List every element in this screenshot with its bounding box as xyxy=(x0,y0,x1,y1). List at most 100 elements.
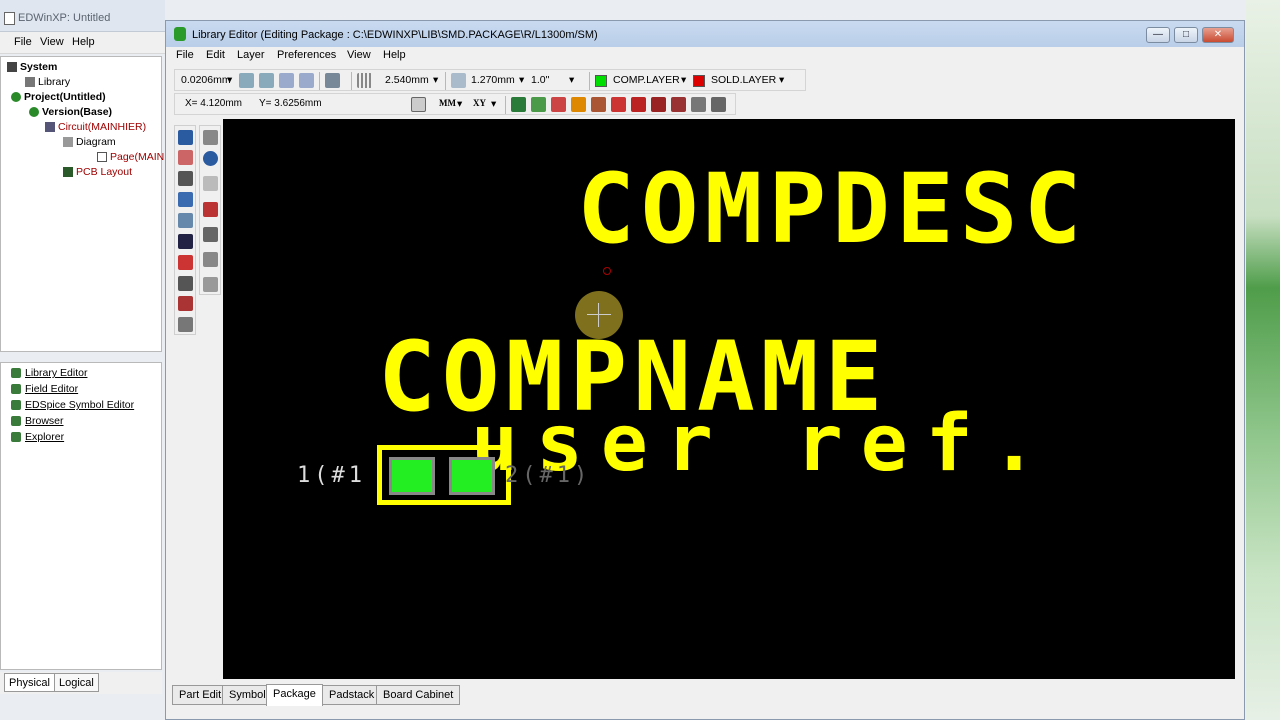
close-button[interactable]: ✕ xyxy=(1202,27,1234,43)
grid-icon[interactable] xyxy=(357,73,372,88)
tab-physical[interactable]: Physical xyxy=(4,673,55,692)
place-icon[interactable] xyxy=(178,150,193,165)
tab-board-cabinet[interactable]: Board Cabinet xyxy=(376,685,461,705)
editor-icon xyxy=(174,27,186,41)
pad-icon[interactable] xyxy=(531,97,546,112)
tool-explorer[interactable]: Explorer xyxy=(11,431,64,443)
delete-icon[interactable] xyxy=(178,234,193,249)
menu-layer[interactable]: Layer xyxy=(237,49,265,61)
tree-item-system[interactable]: System xyxy=(7,60,57,74)
pins-icon[interactable] xyxy=(178,255,193,270)
app-menu-bar: File View Help xyxy=(0,32,165,54)
comp-layer-select[interactable]: COMP.LAYER xyxy=(613,74,680,86)
mirror-icon[interactable] xyxy=(203,252,218,267)
resize-icon[interactable] xyxy=(178,213,193,228)
width-dropdown-icon[interactable]: ▾ xyxy=(569,74,574,86)
units-select[interactable]: MM xyxy=(439,98,456,108)
grid-dropdown-icon[interactable]: ▾ xyxy=(433,74,438,86)
page-icon xyxy=(97,152,107,163)
pad-1[interactable] xyxy=(389,457,435,495)
menu-view[interactable]: View xyxy=(40,36,64,48)
tree-item-library[interactable]: Library xyxy=(25,75,70,89)
move-icon[interactable] xyxy=(178,192,193,207)
pad-place-icon[interactable] xyxy=(203,202,218,217)
zoom-out-icon[interactable] xyxy=(259,73,274,88)
tree-item-page[interactable]: Page(MAIN xyxy=(97,150,164,164)
maximize-button[interactable]: □ xyxy=(1174,27,1198,43)
system-icon xyxy=(7,62,17,73)
tab-package[interactable]: Package xyxy=(266,684,323,706)
tree-item-pcb-layout[interactable]: PCB Layout xyxy=(63,165,132,179)
comp-layer-swatch xyxy=(595,75,607,87)
copy-icon[interactable] xyxy=(178,171,193,186)
tool-library-editor[interactable]: Library Editor xyxy=(11,367,87,379)
tool-field-editor[interactable]: Field Editor xyxy=(11,383,78,395)
tab-part-edit[interactable]: Part Edit xyxy=(172,685,229,705)
editor-tab-bar: Part Edit Symbol Package Padstack Board … xyxy=(172,684,572,707)
menu-view[interactable]: View xyxy=(347,49,371,61)
tree-item-project[interactable]: Project(Untitled) xyxy=(11,90,106,104)
editor-title: Library Editor (Editing Package : C:\EDW… xyxy=(192,29,598,41)
menu-file[interactable]: File xyxy=(176,49,194,61)
zoom-fit-icon[interactable] xyxy=(299,73,314,88)
coord-mode-dropdown-icon[interactable]: ▾ xyxy=(491,98,496,110)
array-icon[interactable] xyxy=(651,97,666,112)
separator xyxy=(319,72,320,90)
tab-logical[interactable]: Logical xyxy=(54,673,99,692)
flip-icon[interactable] xyxy=(203,277,218,292)
menu-edit[interactable]: Edit xyxy=(206,49,225,61)
hole-icon[interactable] xyxy=(571,97,586,112)
width-select[interactable]: 1.0" xyxy=(531,74,549,86)
menu-help[interactable]: Help xyxy=(72,36,95,48)
menu-preferences[interactable]: Preferences xyxy=(277,49,336,61)
select-icon[interactable] xyxy=(178,130,193,145)
tree-item-diagram[interactable]: Diagram xyxy=(63,135,116,149)
snap-dropdown-icon[interactable]: ▾ xyxy=(519,74,524,86)
zoom-step-dropdown-icon[interactable]: ▾ xyxy=(227,74,232,86)
rotate-icon[interactable] xyxy=(203,151,218,166)
comp-layer-dropdown-icon[interactable]: ▾ xyxy=(681,74,686,86)
tree-item-circuit[interactable]: Circuit(MAINHIER) xyxy=(45,120,146,134)
tool-browser[interactable]: Browser xyxy=(11,415,64,427)
drawing-canvas[interactable]: COMPDESC COMPNAME user ref. 1(#1 2(#1) xyxy=(223,119,1235,679)
menu-help[interactable]: Help xyxy=(383,49,406,61)
drc-icon[interactable] xyxy=(551,97,566,112)
zoom-in-icon[interactable] xyxy=(239,73,254,88)
origin-icon[interactable] xyxy=(691,97,706,112)
property-icon[interactable] xyxy=(591,97,606,112)
minimize-button[interactable]: — xyxy=(1146,27,1170,43)
units-dropdown-icon[interactable]: ▾ xyxy=(457,98,462,110)
check-icon[interactable] xyxy=(671,97,686,112)
sold-layer-select[interactable]: SOLD.LAYER xyxy=(711,74,776,86)
library-editor-icon xyxy=(11,368,21,379)
sold-layer-dropdown-icon[interactable]: ▾ xyxy=(779,74,784,86)
undo-icon[interactable] xyxy=(203,130,218,145)
number-pins-icon[interactable] xyxy=(631,97,646,112)
pad-2[interactable] xyxy=(449,457,495,495)
snap-select[interactable]: 1.270mm xyxy=(471,74,515,86)
editor-menu-bar: File Edit Layer Preferences View Help xyxy=(166,47,1244,65)
attributes-icon[interactable] xyxy=(178,317,193,332)
layers-icon[interactable] xyxy=(511,97,526,112)
zoom-window-icon[interactable] xyxy=(279,73,294,88)
zoom-step-select[interactable]: 0.0206mm xyxy=(181,74,231,86)
disabled-icon xyxy=(203,176,218,191)
browser-icon xyxy=(11,416,21,427)
main-toolbar: 0.0206mm ▾ 2.540mm ▾ 1.270mm ▾ 1.0" ▾ CO… xyxy=(174,69,806,91)
tab-padstack[interactable]: Padstack xyxy=(322,685,382,705)
text-icon[interactable] xyxy=(711,97,726,112)
measure-icon[interactable] xyxy=(411,97,426,112)
compdesc-text[interactable]: COMPDESC xyxy=(577,159,1087,259)
line-icon[interactable] xyxy=(203,227,218,242)
separator xyxy=(351,72,352,90)
pin-icon[interactable] xyxy=(611,97,626,112)
grid-select[interactable]: 2.540mm xyxy=(385,74,429,86)
menu-file[interactable]: File xyxy=(14,36,32,48)
edit-icon[interactable] xyxy=(178,276,193,291)
redraw-icon[interactable] xyxy=(325,73,340,88)
tree-item-version[interactable]: Version(Base) xyxy=(29,105,112,119)
snap-icon[interactable] xyxy=(451,73,466,88)
tool-edspice-symbol-editor[interactable]: EDSpice Symbol Editor xyxy=(11,399,134,411)
coord-mode-select[interactable]: XY xyxy=(473,98,486,108)
swap-icon[interactable] xyxy=(178,296,193,311)
